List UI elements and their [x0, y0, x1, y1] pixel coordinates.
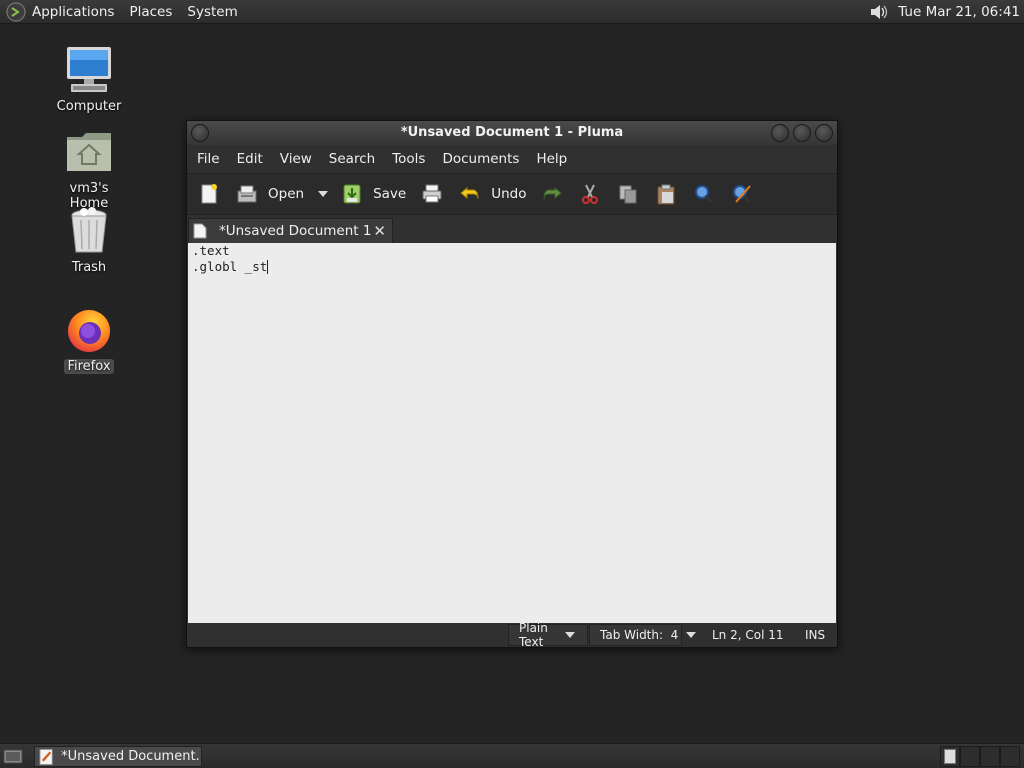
syntax-mode-dropdown[interactable]: Plain Text	[508, 621, 588, 649]
system-menu[interactable]: System	[187, 4, 237, 20]
tab-width-label: Tab Width: 4	[600, 628, 679, 642]
search-icon	[695, 185, 714, 204]
menu-edit[interactable]: Edit	[237, 151, 263, 167]
copy-icon	[619, 185, 637, 204]
menu-documents[interactable]: Documents	[442, 151, 519, 167]
mate-logo-icon[interactable]	[6, 1, 26, 22]
window-menu-button[interactable]	[191, 124, 209, 142]
new-button[interactable]	[197, 178, 221, 210]
undo-button[interactable]: Undo	[458, 178, 526, 210]
open-recent-dropdown[interactable]	[318, 191, 329, 197]
text-editor[interactable]: .text .globl _st	[188, 243, 836, 623]
text-editor-icon	[39, 748, 53, 765]
document-tabs: *Unsaved Document 1 ✕	[187, 215, 837, 243]
window-controls	[771, 124, 833, 142]
redo-icon	[543, 186, 563, 200]
tab-unsaved-document-1[interactable]: *Unsaved Document 1 ✕	[188, 218, 393, 243]
cut-icon	[582, 184, 599, 204]
statusbar: Plain Text Tab Width: 4 Ln 2, Col 11 INS	[187, 621, 837, 649]
workspace-switcher	[940, 746, 1020, 767]
trash-icon	[71, 207, 107, 253]
find-button[interactable]	[692, 178, 716, 210]
desktop-icon-label: Firefox	[64, 359, 114, 374]
menu-view[interactable]: View	[280, 151, 312, 167]
applications-menu[interactable]: Applications	[32, 4, 114, 20]
menubar: File Edit View Search Tools Documents He…	[187, 145, 837, 173]
print-icon	[422, 184, 442, 203]
close-button[interactable]	[815, 124, 833, 142]
top-panel: Applications Places System Tue Mar 21, 0…	[0, 0, 1024, 24]
desktop-icon-label: Trash	[71, 260, 107, 275]
save-label: Save	[373, 186, 407, 202]
undo-icon	[460, 186, 479, 200]
cursor-position: Ln 2, Col 11	[712, 628, 784, 642]
cut-button[interactable]	[578, 178, 602, 210]
desktop-icon-home[interactable]: vm3's Home	[49, 127, 129, 211]
insert-mode: INS	[805, 628, 826, 642]
copy-button[interactable]	[616, 178, 640, 210]
tab-width-dropdown[interactable]: Tab Width: 4	[589, 624, 697, 646]
paste-icon	[657, 184, 675, 205]
chevron-down-icon	[565, 632, 575, 638]
workspace-1[interactable]	[940, 746, 960, 767]
menu-file[interactable]: File	[197, 151, 220, 167]
taskbar-item-pluma[interactable]: *Unsaved Document...	[34, 746, 202, 767]
minimize-button[interactable]	[771, 124, 789, 142]
bottom-panel: *Unsaved Document...	[0, 743, 1024, 768]
editor-line-text: .globl _st	[192, 258, 268, 274]
replace-button[interactable]	[730, 178, 754, 210]
find-replace-icon	[733, 185, 752, 204]
desktop-icon-computer[interactable]: Computer	[49, 45, 129, 114]
volume-icon[interactable]	[868, 2, 890, 22]
text-cursor	[267, 259, 269, 274]
tab-label: *Unsaved Document 1	[219, 223, 372, 239]
open-label: Open	[268, 186, 305, 202]
desktop-icon-firefox[interactable]: Firefox	[49, 305, 129, 374]
menu-search[interactable]: Search	[329, 151, 375, 167]
editor-line: .text	[192, 243, 230, 258]
open-button[interactable]: Open	[235, 178, 304, 210]
tab-close-icon[interactable]: ✕	[373, 222, 386, 240]
print-button[interactable]	[420, 178, 444, 210]
open-icon	[237, 185, 257, 203]
desktop-icon-trash[interactable]: Trash	[49, 206, 129, 275]
menu-help[interactable]: Help	[536, 151, 567, 167]
toolbar: Open Save Undo	[187, 173, 837, 215]
document-icon	[193, 223, 207, 239]
maximize-button[interactable]	[793, 124, 811, 142]
save-button[interactable]: Save	[340, 178, 406, 210]
workspace-4[interactable]	[1000, 746, 1020, 767]
redo-button[interactable]	[540, 178, 564, 210]
pluma-window: *Unsaved Document 1 - Pluma File Edit Vi…	[186, 120, 838, 649]
places-menu[interactable]: Places	[129, 4, 172, 20]
desktop-icon-label: Computer	[56, 99, 122, 114]
chevron-down-icon	[686, 632, 697, 638]
paste-button[interactable]	[654, 178, 678, 210]
editor-line: .globl _st	[192, 259, 832, 275]
home-folder-icon	[67, 133, 111, 171]
computer-icon	[67, 47, 111, 92]
new-document-icon	[201, 184, 217, 204]
workspace-2[interactable]	[960, 746, 980, 767]
top-panel-tray: Tue Mar 21, 06:41	[868, 0, 1020, 24]
show-desktop-icon[interactable]	[3, 747, 23, 765]
clock[interactable]: Tue Mar 21, 06:41	[898, 4, 1020, 20]
window-title: *Unsaved Document 1 - Pluma	[400, 125, 624, 140]
save-icon	[343, 184, 361, 204]
undo-label: Undo	[491, 186, 527, 202]
firefox-icon	[68, 310, 110, 352]
workspace-3[interactable]	[980, 746, 1000, 767]
syntax-mode-label: Plain Text	[519, 621, 548, 649]
menu-tools[interactable]: Tools	[392, 151, 425, 167]
taskbar-item-label: *Unsaved Document...	[61, 749, 201, 764]
titlebar[interactable]: *Unsaved Document 1 - Pluma	[187, 121, 837, 145]
